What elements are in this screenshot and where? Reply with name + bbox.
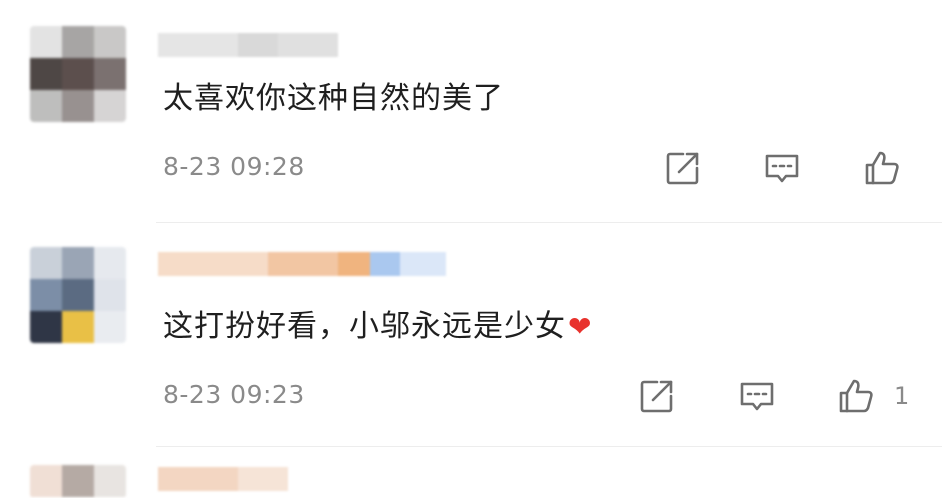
- avatar-pixel: [94, 279, 126, 311]
- avatar[interactable]: [30, 26, 126, 122]
- avatar[interactable]: [30, 247, 126, 343]
- username-blur-segment: [158, 252, 268, 276]
- comment-timestamp: 8-23 09:23: [163, 380, 305, 409]
- like-icon: [839, 379, 873, 413]
- comment-text: 这打扮好看，小邬永远是少女❤: [163, 307, 592, 347]
- username-blur-segment: [238, 33, 278, 57]
- reply-button[interactable]: [735, 374, 779, 418]
- avatar-pixel: [62, 90, 94, 122]
- username-blur-segment: [158, 33, 238, 57]
- avatar-pixel: [62, 465, 94, 497]
- avatar[interactable]: [30, 465, 126, 498]
- avatar-pixel: [62, 58, 94, 90]
- avatar-pixel: [30, 311, 62, 343]
- username-blur-segment: [278, 33, 338, 57]
- username-blurred[interactable]: [158, 467, 288, 491]
- avatar-pixel: [30, 90, 62, 122]
- comment-icon: [740, 382, 774, 411]
- avatar-pixel: [30, 247, 62, 279]
- share-icon: [640, 380, 673, 413]
- username-blur-segment: [370, 252, 400, 276]
- username-blur-segment: [400, 252, 446, 276]
- username-blur-segment: [338, 252, 370, 276]
- avatar-pixel: [30, 465, 62, 497]
- username-blur-segment: [158, 467, 238, 491]
- avatar-pixel: [62, 26, 94, 58]
- username-blur-segment: [238, 467, 288, 491]
- like-icon: [865, 151, 899, 185]
- avatar-pixel: [30, 26, 62, 58]
- username-blur-segment: [268, 252, 338, 276]
- like-button[interactable]: [860, 146, 904, 190]
- avatar-pixel: [30, 58, 62, 90]
- avatar-pixel: [94, 26, 126, 58]
- comment-item: 太喜欢你这种自然的美了 8-23 09:28: [0, 0, 942, 225]
- avatar-pixel: [62, 247, 94, 279]
- share-button[interactable]: [661, 146, 705, 190]
- avatar-pixel: [62, 279, 94, 311]
- avatar-pixel: [94, 247, 126, 279]
- avatar-pixel: [94, 90, 126, 122]
- comment-item: 这打扮好看，小邬永远是少女❤ 8-23 09:23 1: [0, 225, 942, 455]
- divider: [156, 446, 942, 447]
- comment-item: [0, 455, 942, 498]
- reply-button[interactable]: [760, 146, 804, 190]
- like-count: 1: [894, 382, 910, 410]
- avatar-pixel: [94, 465, 126, 497]
- avatar-pixel: [30, 279, 62, 311]
- like-button[interactable]: [834, 374, 878, 418]
- comment-text: 太喜欢你这种自然的美了: [163, 81, 504, 116]
- avatar-pixel: [94, 58, 126, 90]
- share-icon: [666, 152, 699, 185]
- divider: [156, 222, 942, 223]
- comment-text-content: 这打扮好看，小邬永远是少女: [163, 309, 566, 344]
- comment-timestamp: 8-23 09:28: [163, 152, 305, 181]
- heart-emoji-icon: ❤: [568, 310, 593, 343]
- comment-icon: [765, 154, 799, 183]
- avatar-pixel: [94, 311, 126, 343]
- username-blurred[interactable]: [158, 33, 338, 57]
- username-blurred[interactable]: [158, 252, 446, 276]
- share-button[interactable]: [635, 374, 679, 418]
- avatar-pixel: [62, 311, 94, 343]
